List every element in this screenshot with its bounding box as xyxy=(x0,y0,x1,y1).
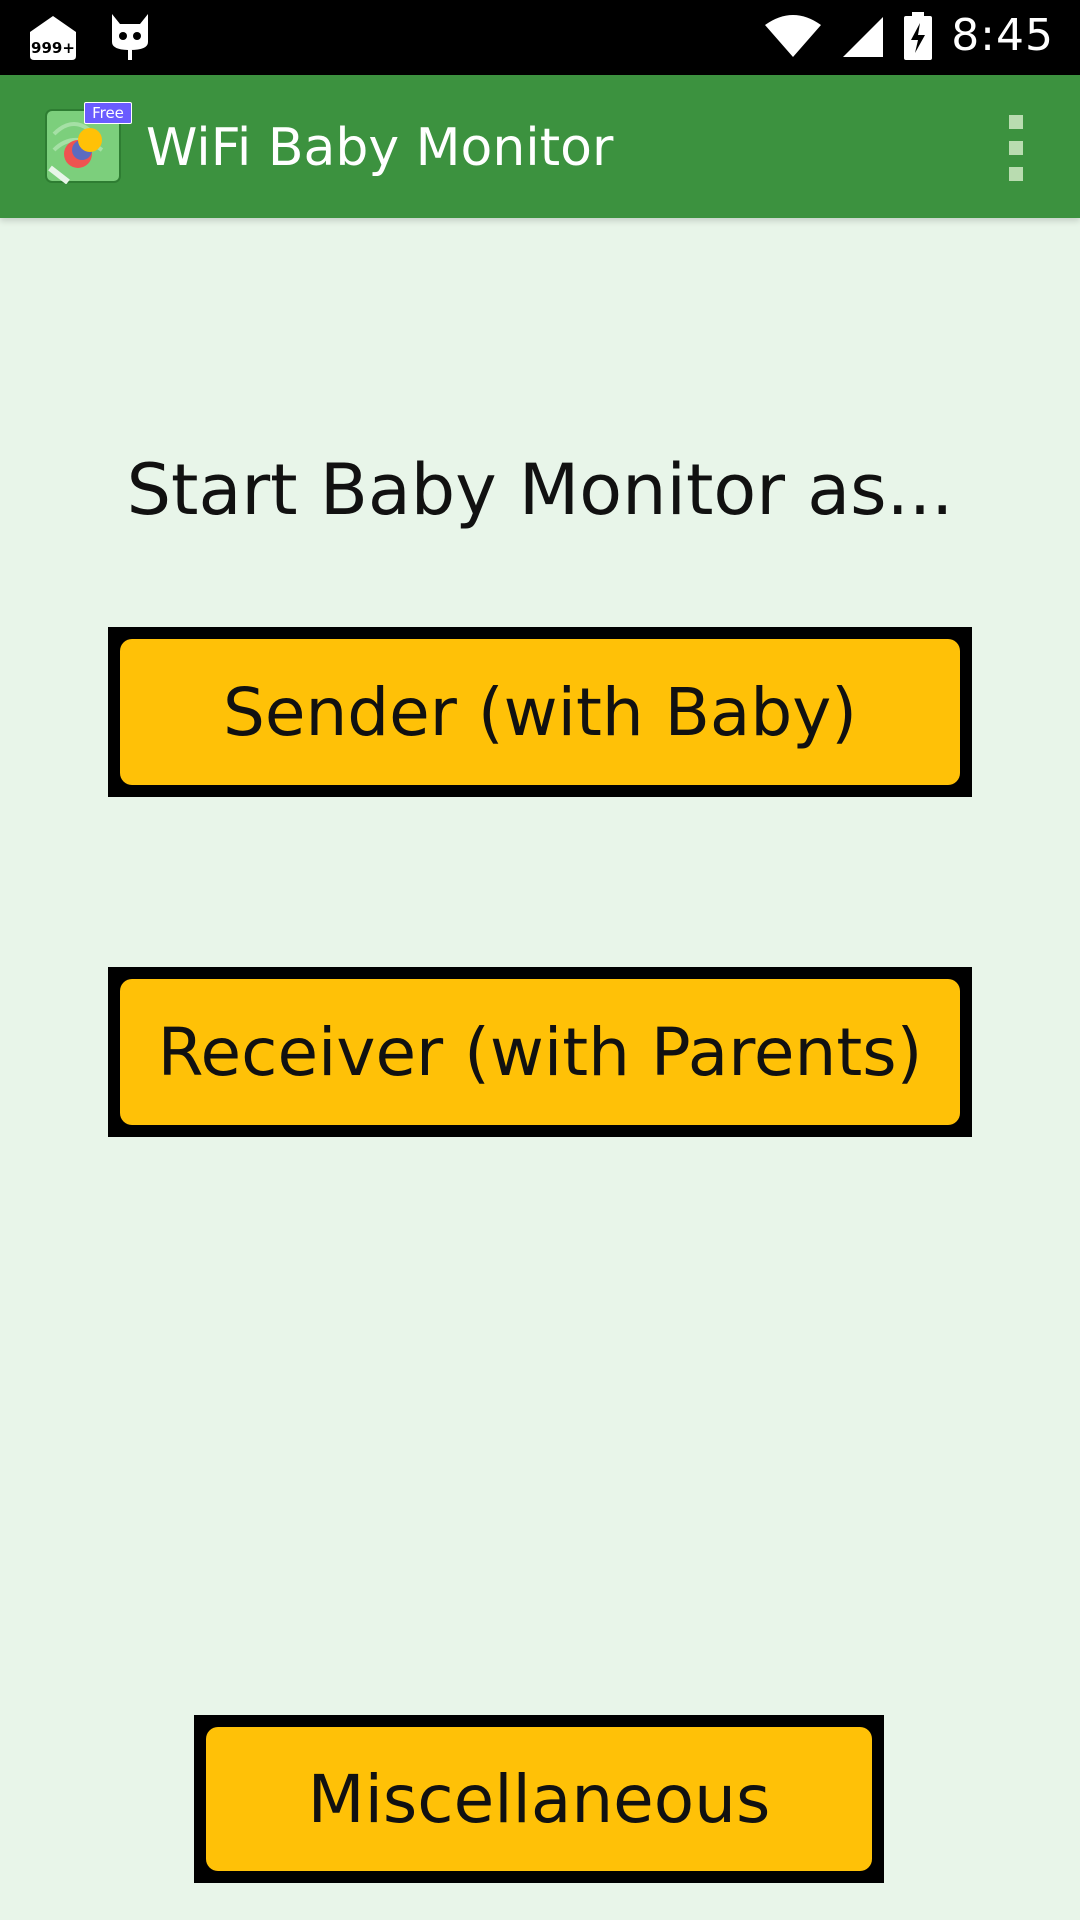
status-time: 8:45 xyxy=(951,10,1054,61)
status-right: 8:45 xyxy=(763,10,1054,61)
receiver-button[interactable]: Receiver (with Parents) xyxy=(120,979,960,1125)
status-bar: 999+ 8:45 xyxy=(0,0,1080,75)
free-badge: Free xyxy=(84,102,132,124)
misc-button-frame: Miscellaneous xyxy=(194,1715,884,1883)
mail-notification-icon: 999+ xyxy=(26,12,80,62)
prompt-text: Start Baby Monitor as... xyxy=(126,449,954,531)
sender-button[interactable]: Sender (with Baby) xyxy=(120,639,960,785)
status-left: 999+ xyxy=(26,12,152,62)
wifi-icon xyxy=(763,13,823,59)
cell-signal-icon xyxy=(841,13,885,59)
sender-button-frame: Sender (with Baby) xyxy=(108,627,972,797)
menu-dot xyxy=(1009,115,1023,129)
miscellaneous-button[interactable]: Miscellaneous xyxy=(206,1727,872,1871)
menu-dot xyxy=(1009,141,1023,155)
app-title: WiFi Baby Monitor xyxy=(146,118,614,178)
svg-text:999+: 999+ xyxy=(31,39,75,57)
menu-dot xyxy=(1009,167,1023,181)
app-bar: Free WiFi Baby Monitor xyxy=(0,75,1080,218)
receiver-button-frame: Receiver (with Parents) xyxy=(108,967,972,1137)
cyanogen-mascot-icon xyxy=(108,12,152,62)
overflow-menu-icon[interactable] xyxy=(996,115,1036,181)
battery-charging-icon xyxy=(903,11,933,61)
